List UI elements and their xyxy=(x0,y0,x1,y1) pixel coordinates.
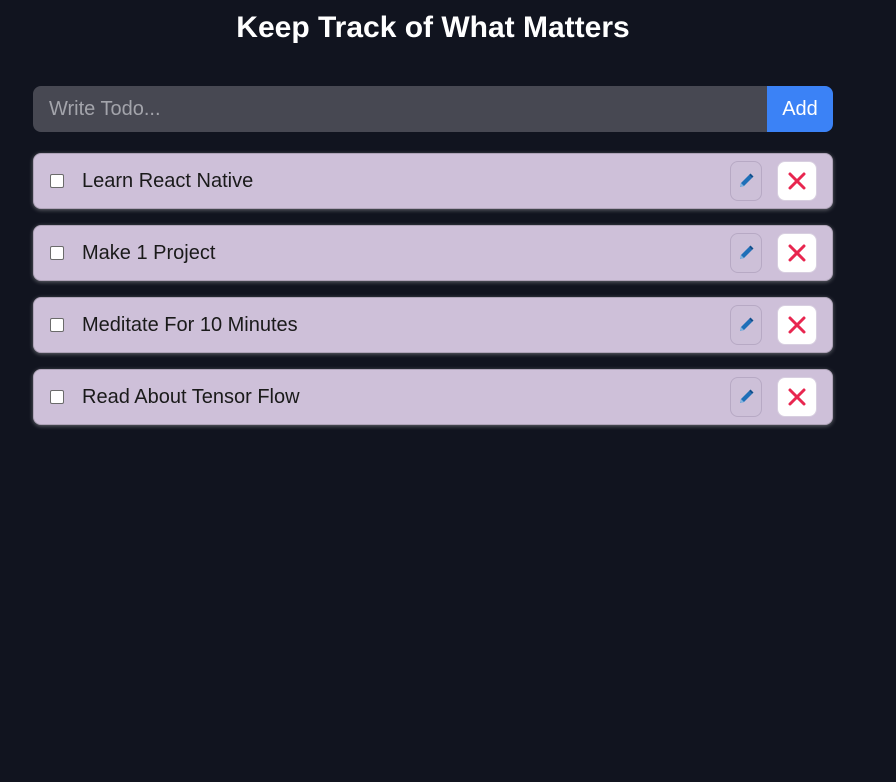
todo-form: Add xyxy=(33,86,833,132)
close-icon xyxy=(787,387,807,407)
todo-item: Make 1 Project xyxy=(33,225,833,281)
pencil-icon xyxy=(736,315,756,335)
todo-item: Learn React Native xyxy=(33,153,833,209)
edit-button[interactable] xyxy=(730,377,762,417)
todo-checkbox[interactable] xyxy=(50,390,64,404)
delete-button[interactable] xyxy=(777,377,817,417)
todo-checkbox[interactable] xyxy=(50,174,64,188)
pencil-icon xyxy=(736,387,756,407)
pencil-icon xyxy=(736,171,756,191)
delete-button[interactable] xyxy=(777,161,817,201)
page-title: Keep Track of What Matters xyxy=(236,11,630,44)
todo-input[interactable] xyxy=(33,86,767,132)
edit-button[interactable] xyxy=(730,161,762,201)
close-icon xyxy=(787,171,807,191)
todo-text: Make 1 Project xyxy=(82,241,216,264)
close-icon xyxy=(787,315,807,335)
edit-button[interactable] xyxy=(730,233,762,273)
todo-list: Learn React Native Make 1 Project Medita… xyxy=(33,153,833,441)
edit-button[interactable] xyxy=(730,305,762,345)
delete-button[interactable] xyxy=(777,305,817,345)
todo-checkbox[interactable] xyxy=(50,246,64,260)
delete-button[interactable] xyxy=(777,233,817,273)
todo-text: Learn React Native xyxy=(82,169,254,192)
todo-text: Meditate For 10 Minutes xyxy=(82,313,298,336)
todo-item: Read About Tensor Flow xyxy=(33,369,833,425)
close-icon xyxy=(787,243,807,263)
todo-checkbox[interactable] xyxy=(50,318,64,332)
pencil-icon xyxy=(736,243,756,263)
add-button[interactable]: Add xyxy=(767,86,833,132)
todo-text: Read About Tensor Flow xyxy=(82,385,300,408)
todo-item: Meditate For 10 Minutes xyxy=(33,297,833,353)
